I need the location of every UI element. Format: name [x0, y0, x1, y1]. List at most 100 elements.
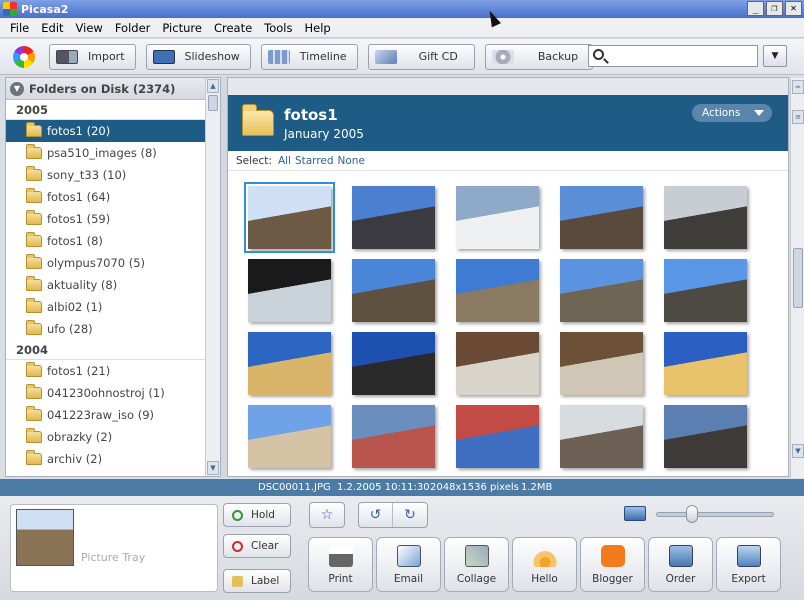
menu-view[interactable]: View [70, 21, 109, 35]
rotate-left-icon[interactable]: ↺ [359, 503, 393, 527]
slider-handle[interactable] [686, 505, 698, 523]
menu-create[interactable]: Create [208, 21, 258, 35]
camera-import-icon [56, 49, 78, 64]
menu-edit[interactable]: Edit [35, 21, 69, 35]
scroll-thumb[interactable] [793, 248, 803, 308]
export-button[interactable]: Export [716, 537, 781, 592]
maximize-button[interactable]: ❐ [766, 1, 783, 16]
menu-tools[interactable]: Tools [258, 21, 298, 35]
select-none-link[interactable]: None [338, 155, 365, 167]
photo-thumbnail[interactable] [560, 332, 643, 395]
folder-item[interactable]: 041230ohnostroj (1) [6, 382, 206, 404]
folders-header-label: Folders on Disk (2374) [29, 81, 176, 96]
photo-thumbnail[interactable] [560, 405, 643, 468]
thumbnail-size-slider[interactable] [656, 512, 774, 517]
collapse-icon[interactable]: ▼ [10, 81, 24, 96]
hold-button[interactable]: Hold [223, 503, 291, 527]
photo-thumbnail[interactable] [560, 259, 643, 322]
select-all-link[interactable]: All [278, 155, 291, 167]
select-starred-link[interactable]: Starred [295, 155, 334, 167]
rotate-toolbar: ↺ ↻ [358, 502, 428, 528]
album-header: fotos1 January 2005 Actions [228, 95, 788, 151]
photo-thumbnail[interactable] [456, 405, 539, 468]
collage-button[interactable]: Collage [444, 537, 509, 592]
folder-item[interactable]: fotos1 (20) [6, 120, 206, 142]
close-button[interactable]: ✕ [785, 1, 802, 16]
menu-picture[interactable]: Picture [156, 21, 208, 35]
photo-thumbnail[interactable] [456, 259, 539, 322]
actions-dropdown[interactable]: Actions [692, 104, 772, 122]
order-button[interactable]: Order [648, 537, 713, 592]
library-scrollbar[interactable]: ═ ≡ ▼ [790, 78, 804, 478]
label-button[interactable]: Label [223, 569, 291, 593]
folder-item[interactable]: archiv (2) [6, 448, 206, 470]
star-icon[interactable]: ☆ [310, 503, 344, 527]
hello-button[interactable]: Hello [512, 537, 577, 592]
photo-thumbnail[interactable] [352, 186, 435, 249]
folder-item[interactable]: fotos1 (59) [6, 208, 206, 230]
folder-item[interactable]: sony_t33 (10) [6, 164, 206, 186]
minimize-button[interactable]: _ [747, 1, 764, 16]
slideshow-button[interactable]: Slideshow [145, 43, 251, 70]
scroll-down-icon[interactable]: ▼ [792, 444, 804, 458]
folder-item[interactable]: 041223raw_iso (9) [6, 404, 206, 426]
menu-help[interactable]: Help [299, 21, 337, 35]
scroll-up-icon[interactable]: ▲ [207, 79, 219, 93]
folder-item[interactable]: obrazky (2) [6, 426, 206, 448]
blogger-icon [601, 545, 625, 567]
collage-icon [465, 545, 489, 567]
photo-thumbnail[interactable] [248, 332, 331, 395]
window-title: Picasa2 [21, 2, 69, 16]
folder-scrollbar[interactable]: ▲ ▼ [205, 78, 220, 476]
photo-thumbnail[interactable] [248, 259, 331, 322]
backup-button[interactable]: Backup [484, 43, 594, 70]
email-button[interactable]: Email [376, 537, 441, 592]
photo-thumbnail[interactable] [664, 259, 747, 322]
clear-button[interactable]: Clear [223, 534, 291, 558]
scroll-thumb[interactable] [208, 95, 218, 111]
blogger-button[interactable]: Blogger [580, 537, 645, 592]
menu-folder[interactable]: Folder [109, 21, 157, 35]
photo-thumbnail[interactable] [352, 332, 435, 395]
folder-icon [26, 188, 42, 203]
photo-thumbnail[interactable] [248, 405, 331, 468]
folder-item[interactable]: ufo (28) [6, 318, 206, 340]
folder-item[interactable]: olympus7070 (5) [6, 252, 206, 274]
chevron-down-icon [754, 110, 764, 116]
photo-thumbnail[interactable] [456, 186, 539, 249]
app-icon [3, 2, 17, 16]
search-input[interactable] [611, 48, 751, 64]
folder-item[interactable]: fotos1 (8) [6, 230, 206, 252]
scroll-top-icon[interactable]: ≡ [792, 110, 804, 124]
scroll-up-icon[interactable]: ═ [792, 80, 804, 94]
timeline-button[interactable]: Timeline [260, 43, 358, 70]
year-header: 2004 [6, 340, 206, 360]
photo-thumbnail[interactable] [664, 186, 747, 249]
star-toolbar: ☆ [309, 502, 345, 528]
photo-thumbnail[interactable] [352, 259, 435, 322]
folder-item[interactable]: albi02 (1) [6, 296, 206, 318]
photo-thumbnail[interactable] [664, 405, 747, 468]
slideshow-icon [152, 49, 175, 64]
photo-thumbnail[interactable] [352, 405, 435, 468]
photo-thumbnail[interactable] [560, 186, 643, 249]
folder-item[interactable]: fotos1 (64) [6, 186, 206, 208]
search-icon [593, 49, 604, 60]
tray-thumbnail[interactable] [16, 509, 74, 566]
photo-thumbnail[interactable] [664, 332, 747, 395]
scroll-down-icon[interactable]: ▼ [207, 461, 219, 475]
print-button[interactable]: Print [308, 537, 373, 592]
folder-icon [26, 384, 42, 399]
gift-cd-button[interactable]: Gift CD [367, 43, 475, 70]
import-button[interactable]: Import [49, 43, 136, 70]
folders-header[interactable]: ▼ Folders on Disk (2374) [6, 78, 206, 100]
photo-thumbnail[interactable] [244, 182, 335, 253]
folder-item[interactable]: psa510_images (8) [6, 142, 206, 164]
folder-item[interactable]: fotos1 (21) [6, 360, 206, 382]
photo-thumbnail[interactable] [456, 332, 539, 395]
rotate-right-icon[interactable]: ↻ [393, 503, 427, 527]
menu-file[interactable]: File [4, 21, 35, 35]
picture-tray[interactable]: Picture Tray [10, 504, 218, 592]
folder-item[interactable]: aktuality (8) [6, 274, 206, 296]
search-dropdown-button[interactable]: ▼ [763, 45, 787, 67]
